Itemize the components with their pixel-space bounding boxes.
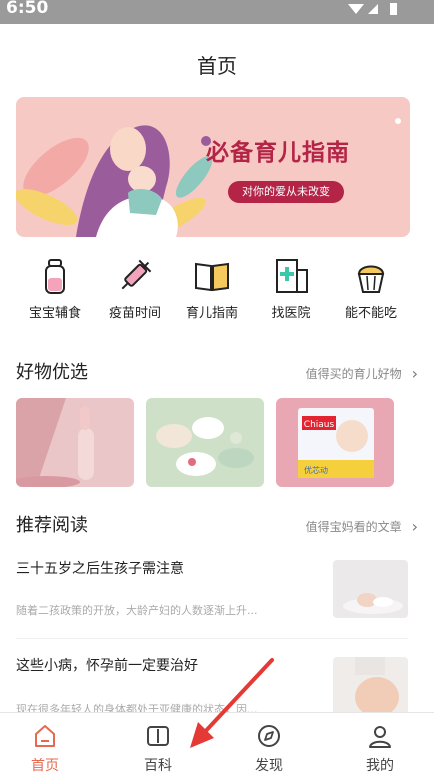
article-summary: 随着二孩政策的开放，大龄产妇的人数逐渐上升...: [16, 604, 258, 617]
reading-section-title: 推荐阅读: [16, 515, 88, 536]
status-time: 6:50: [6, 0, 49, 18]
tab-home[interactable]: 首页: [5, 713, 85, 779]
product-card[interactable]: [16, 398, 134, 487]
cupcake-icon: [357, 265, 385, 293]
quick-link-parenting-guide[interactable]: 育儿指南: [172, 256, 252, 321]
goods-more-label: 值得买的育儿好物: [305, 367, 402, 381]
chevron-right-icon: ›: [411, 517, 418, 536]
product-card[interactable]: [146, 398, 264, 487]
encyclopedia-icon: [147, 726, 169, 746]
pregnant-belly-image: [333, 657, 408, 715]
quick-link-label: 疫苗时间: [108, 306, 161, 321]
syringe-icon: [121, 259, 152, 290]
goods-more-link[interactable]: 值得买的育儿好物 ›: [306, 364, 418, 383]
divider: [16, 638, 408, 639]
article-item[interactable]: 三十五岁之后生孩子需注意 随着二孩政策的开放，大龄产妇的人数逐渐上升...: [16, 558, 408, 628]
signal-battery-icon: [348, 3, 397, 15]
diaper-tagline-text: 优芯动: [304, 465, 328, 475]
tab-label: 百科: [144, 758, 172, 774]
bottom-tab-bar: 首页 百科 发现 我的: [0, 712, 434, 779]
chevron-right-icon: ›: [411, 364, 418, 383]
reading-more-link[interactable]: 值得宝妈看的文章 ›: [306, 517, 418, 536]
product-card[interactable]: Chiaus 优芯动: [276, 398, 394, 487]
quick-links: 宝宝辅食 疫苗时间 育儿指南 找医院 能不能吃: [0, 256, 434, 326]
hospital-icon: [276, 259, 308, 293]
quick-link-can-eat[interactable]: 能不能吃: [331, 256, 411, 321]
tab-profile[interactable]: 我的: [340, 713, 420, 779]
article-title: 三十五岁之后生孩子需注意: [16, 561, 184, 577]
book-icon: [195, 262, 229, 292]
article-thumbnail: [333, 560, 408, 618]
baby-bottle-icon: [45, 259, 65, 294]
baby-spoon-feeder-image: [16, 398, 134, 487]
quick-link-label: 找医院: [271, 306, 311, 321]
quick-link-label: 能不能吃: [344, 306, 397, 321]
tab-label: 首页: [31, 758, 59, 774]
baby-shoes-image: [146, 398, 264, 487]
compass-icon: [258, 725, 280, 747]
diapers-image: Chiaus 优芯动: [276, 398, 394, 487]
goods-section-title: 好物优选: [16, 362, 88, 383]
tab-encyclopedia[interactable]: 百科: [118, 713, 198, 779]
diaper-brand-text: Chiaus: [304, 420, 335, 430]
article-item[interactable]: 这些小病，怀孕前一定要治好 现在很多年轻人的身体都处于亚健康的状态，因...: [16, 655, 408, 716]
article-thumbnail: [333, 657, 408, 715]
quick-link-hospital[interactable]: 找医院: [251, 256, 331, 321]
reading-more-label: 值得宝妈看的文章: [305, 520, 402, 534]
guide-banner[interactable]: 必备育儿指南 对你的爱从未改变: [16, 97, 410, 237]
article-title: 这些小病，怀孕前一定要治好: [16, 658, 198, 674]
quick-link-vaccine[interactable]: 疫苗时间: [95, 256, 175, 321]
sleeping-baby-image: [333, 560, 408, 618]
tab-label: 我的: [366, 758, 394, 774]
quick-link-label: 宝宝辅食: [28, 306, 81, 321]
page-title: 首页: [197, 54, 237, 78]
banner-headline: 必备育儿指南: [206, 140, 350, 166]
home-icon: [35, 725, 55, 747]
profile-icon: [369, 726, 391, 748]
status-bar: 6:50: [0, 0, 434, 24]
quick-link-label: 育儿指南: [185, 306, 238, 321]
tab-discover[interactable]: 发现: [229, 713, 309, 779]
banner-subtitle: 对你的爱从未改变: [228, 181, 344, 203]
quick-link-baby-food[interactable]: 宝宝辅食: [15, 256, 95, 321]
tab-label: 发现: [255, 758, 283, 774]
mother-baby-illustration: [16, 118, 401, 237]
